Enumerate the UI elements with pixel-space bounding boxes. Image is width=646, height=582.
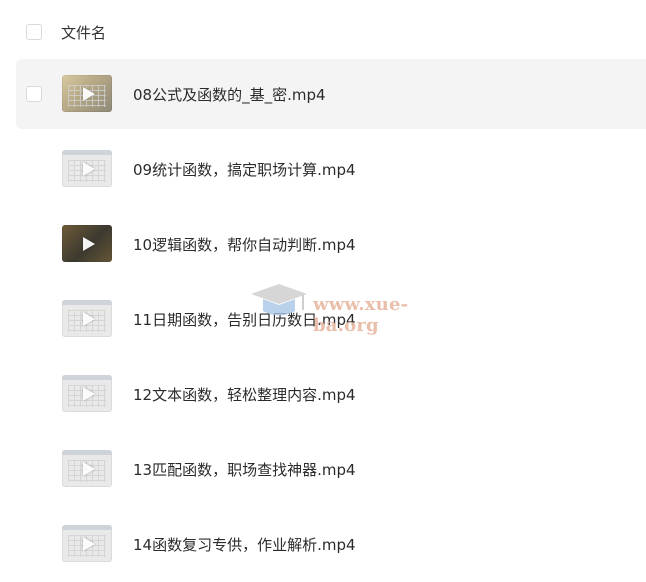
video-thumbnail[interactable] [62, 450, 112, 487]
video-thumbnail[interactable] [62, 300, 112, 337]
play-icon [83, 536, 95, 551]
file-row[interactable]: 14函数复习专供，作业解析.mp4 [0, 507, 646, 582]
file-row[interactable]: 10逻辑函数，帮你自动判断.mp4 [0, 207, 646, 282]
play-icon [83, 461, 95, 476]
video-thumbnail[interactable] [62, 525, 112, 562]
thumbnail-content [62, 375, 112, 380]
play-icon [83, 386, 95, 401]
file-row[interactable]: 13匹配函数，职场查找神器.mp4 [0, 432, 646, 507]
select-all-checkbox[interactable] [26, 24, 42, 40]
file-name[interactable]: 12文本函数，轻松整理内容.mp4 [133, 384, 356, 405]
file-name[interactable]: 08公式及函数的_基_密.mp4 [133, 84, 326, 105]
row-checkbox[interactable] [26, 86, 42, 102]
file-name[interactable]: 09统计函数，搞定职场计算.mp4 [133, 159, 356, 180]
graduation-cap-icon [251, 284, 307, 316]
watermark: www.xue-ba.org [249, 280, 469, 336]
file-name[interactable]: 10逻辑函数，帮你自动判断.mp4 [133, 234, 356, 255]
thumbnail-content [62, 300, 112, 305]
file-row[interactable]: 12文本函数，轻松整理内容.mp4 [0, 357, 646, 432]
play-icon [83, 236, 95, 251]
video-thumbnail[interactable] [62, 75, 112, 112]
thumbnail-content [62, 450, 112, 455]
file-row[interactable]: 08公式及函数的_基_密.mp4 [0, 57, 646, 132]
file-name[interactable]: 14函数复习专供，作业解析.mp4 [133, 534, 356, 555]
column-header-filename[interactable]: 文件名 [61, 22, 106, 43]
video-thumbnail[interactable] [62, 225, 112, 262]
thumbnail-content [62, 525, 112, 530]
file-list-header: 文件名 [0, 0, 646, 64]
file-row[interactable]: 09统计函数，搞定职场计算.mp4 [0, 132, 646, 207]
play-icon [83, 311, 95, 326]
play-icon [83, 86, 95, 101]
watermark-text: www.xue-ba.org [313, 294, 409, 336]
thumbnail-content [62, 150, 112, 155]
video-thumbnail[interactable] [62, 150, 112, 187]
file-name[interactable]: 13匹配函数，职场查找神器.mp4 [133, 459, 356, 480]
play-icon [83, 161, 95, 176]
video-thumbnail[interactable] [62, 375, 112, 412]
